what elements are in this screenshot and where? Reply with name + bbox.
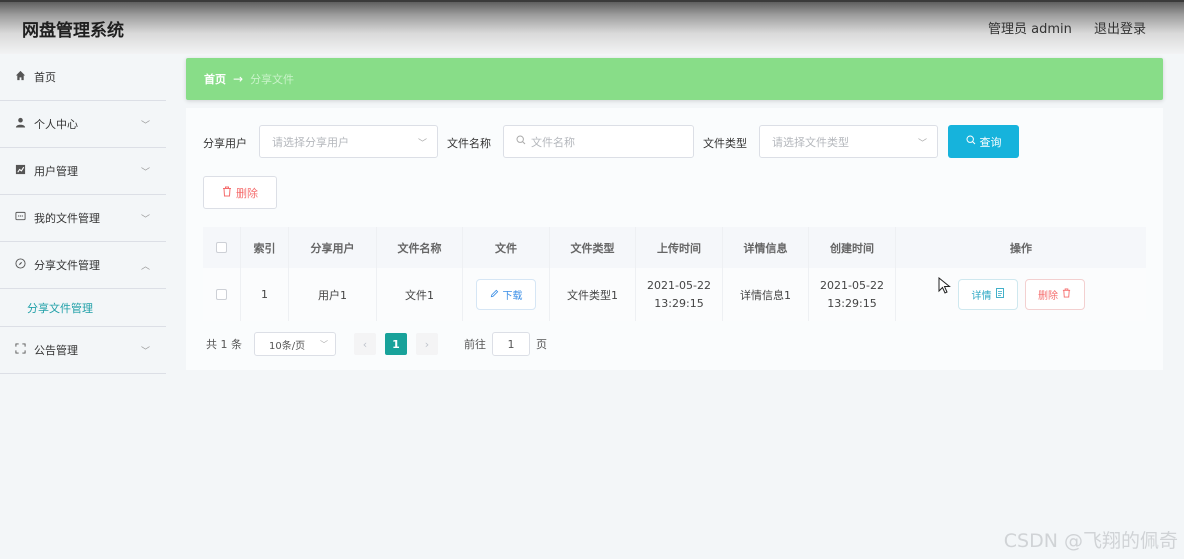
file-type-label: 文件类型	[703, 137, 747, 150]
cell-file-type: 文件类型1	[550, 268, 636, 321]
compass-icon	[12, 258, 28, 272]
checkbox[interactable]	[216, 289, 227, 300]
table-header: 索引 分享用户 文件名称 文件 文件类型 上传时间 详情信息 创建时间 操作	[203, 227, 1146, 268]
cell-file-name: 文件1	[377, 268, 463, 321]
logout-link[interactable]: 退出登录	[1094, 22, 1146, 37]
chevron-down-icon: ﹀	[320, 340, 328, 349]
top-header: 网盘管理系统 管理员 admin 退出登录	[0, 0, 1184, 54]
current-page-button[interactable]: 1	[385, 333, 407, 355]
query-button[interactable]: 查询	[948, 125, 1019, 158]
breadcrumb-current: 分享文件	[250, 73, 295, 86]
sidebar-item-label: 个人中心	[34, 118, 78, 131]
cell-detail-info: 详情信息1	[723, 268, 809, 321]
column-header: 文件类型	[550, 227, 636, 268]
sidebar-item-personal-center[interactable]: 个人中心 ﹀	[0, 101, 166, 148]
cell-index: 1	[241, 268, 289, 321]
column-header: 文件名称	[377, 227, 463, 268]
share-user-select[interactable]: 请选择分享用户 ﹀	[259, 125, 438, 158]
batch-delete-button[interactable]: 删除	[203, 176, 277, 209]
column-header: 分享用户	[289, 227, 377, 268]
column-header: 操作	[1010, 241, 1032, 255]
chevron-down-icon: ﹀	[417, 139, 427, 149]
sidebar-item-my-files[interactable]: 我的文件管理 ﹀	[0, 195, 166, 242]
watermark: CSDN @飞翔的佩奇	[1003, 530, 1178, 552]
cell-file: 下载	[463, 268, 550, 321]
chevron-down-icon: ﹀	[140, 121, 150, 131]
checkbox[interactable]	[216, 242, 227, 253]
pagination: 共 1 条 10条/页 ﹀ ‹ 1 › 前往 1 页	[206, 332, 547, 356]
chevron-down-icon: ﹀	[140, 168, 150, 178]
chevron-down-icon: ﹀	[917, 139, 927, 149]
download-button[interactable]: 下载	[476, 279, 536, 310]
shared-files-table: 索引 分享用户 文件名称 文件 文件类型 上传时间 详情信息 创建时间 操作 1…	[203, 227, 1146, 321]
sidebar-item-home[interactable]: 首页	[0, 54, 166, 101]
mouse-cursor-icon	[938, 277, 951, 294]
cell-upload-time: 2021-05-22 13:29:15	[636, 268, 723, 321]
file-name-label: 文件名称	[447, 137, 491, 150]
sidebar-item-label: 公告管理	[34, 344, 78, 357]
file-type-select[interactable]: 请选择文件类型 ﹀	[759, 125, 938, 158]
sidebar-item-label: 用户管理	[34, 165, 78, 178]
header-right: 管理员 admin 退出登录	[970, 18, 1146, 37]
sidebar-item-user-management[interactable]: 用户管理 ﹀	[0, 148, 166, 195]
column-header: 详情信息	[723, 227, 809, 268]
edit-icon	[490, 289, 499, 301]
main-panel: 分享用户 请选择分享用户 ﹀ 文件名称 文件名称 文件类型 请选择文件类型 ﹀ …	[186, 108, 1163, 370]
user-icon	[12, 117, 28, 131]
current-user-label: 管理员 admin	[987, 22, 1072, 37]
next-page-button[interactable]: ›	[416, 333, 438, 355]
cell-share-user: 用户1	[289, 268, 377, 321]
app-title: 网盘管理系统	[22, 21, 124, 41]
breadcrumb-arrow: →	[233, 72, 244, 86]
cell-actions: 详情 删除	[896, 268, 1146, 321]
detail-button[interactable]: 详情	[957, 279, 1018, 310]
trash-icon	[222, 186, 232, 200]
sidebar-item-announcements[interactable]: 公告管理 ﹀	[0, 327, 166, 374]
goto-page-input[interactable]: 1	[492, 332, 530, 356]
column-header: 索引	[241, 227, 289, 268]
column-header: 创建时间	[809, 227, 896, 268]
sidebar-item-label: 我的文件管理	[34, 212, 100, 225]
column-header: 文件	[463, 227, 550, 268]
sidebar: 首页 个人中心 ﹀ 用户管理 ﹀ 我的文件管理 ﹀ 分享文件管理 ︿ 分享文件管…	[0, 54, 166, 559]
search-icon	[965, 135, 976, 148]
row-select[interactable]	[203, 268, 241, 321]
message-icon	[12, 211, 28, 225]
chevron-down-icon: ﹀	[140, 347, 150, 357]
sidebar-item-label: 分享文件管理	[34, 259, 100, 272]
cell-create-time: 2021-05-22 13:29:15	[809, 268, 896, 321]
sidebar-item-label: 首页	[34, 71, 56, 84]
fullscreen-icon	[12, 343, 28, 357]
breadcrumb-home[interactable]: 首页	[204, 71, 226, 87]
share-user-label: 分享用户	[203, 137, 247, 150]
breadcrumb: 首页 → 分享文件	[186, 58, 1163, 100]
chevron-down-icon: ﹀	[140, 215, 150, 225]
home-icon	[12, 70, 28, 84]
table-row: 1 用户1 文件1 下载 文件类型1 2021-05-22 13:29:15 详…	[203, 268, 1146, 321]
header-select-all[interactable]	[203, 227, 241, 268]
total-count: 共 1 条	[206, 338, 242, 351]
page-unit-label: 页	[536, 338, 547, 351]
sidebar-subitem-shared-files[interactable]: 分享文件管理	[0, 289, 166, 327]
prev-page-button[interactable]: ‹	[354, 333, 376, 355]
chevron-up-icon: ︿	[140, 262, 150, 272]
document-icon	[995, 288, 1004, 301]
chart-icon	[12, 164, 28, 178]
file-name-input[interactable]: 文件名称	[503, 125, 694, 158]
search-icon	[516, 135, 526, 148]
column-header: 上传时间	[636, 227, 723, 268]
page-size-select[interactable]: 10条/页 ﹀	[254, 332, 336, 356]
goto-label: 前往	[464, 338, 486, 351]
row-delete-button[interactable]: 删除	[1024, 279, 1085, 310]
trash-icon	[1062, 288, 1071, 301]
sidebar-item-shared-files[interactable]: 分享文件管理 ︿	[0, 242, 166, 289]
